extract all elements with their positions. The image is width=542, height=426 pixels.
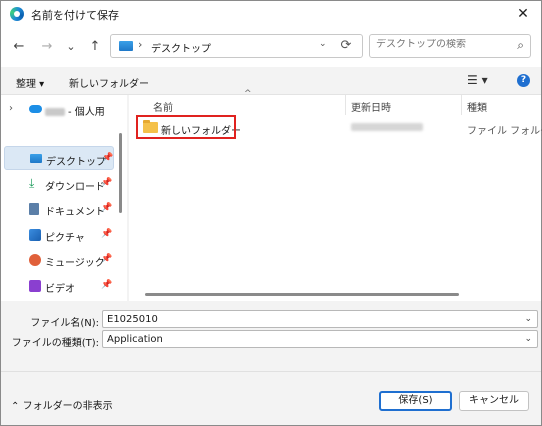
download-icon: ⤓ [29,176,35,190]
column-header-name[interactable]: 名前 [153,99,173,114]
close-icon[interactable]: ✕ [513,4,533,24]
file-list-scrollbar[interactable] [145,293,459,296]
sort-ascending-icon: ^ [244,89,252,99]
navigation-pane: › - 個人用 デスクトップ 📌 ⤓ ダウンロード 📌 ドキュメント 📌 ピクチ… [1,95,127,301]
pin-icon[interactable]: 📌 [101,178,112,188]
pin-icon[interactable]: 📌 [101,229,112,239]
recent-locations-icon[interactable]: ⌄ [63,39,79,55]
refresh-icon[interactable]: ⟳ [338,38,354,54]
chevron-down-icon[interactable]: ⌄ [524,334,532,344]
video-icon [29,280,41,292]
search-box[interactable]: ⌕ [369,34,531,58]
pin-icon[interactable]: 📌 [102,153,113,163]
sidebar-item-music[interactable]: ミュージック 📌 [1,248,117,272]
filename-value[interactable]: E1025010 [107,314,158,325]
breadcrumb-separator: › [138,38,143,51]
sidebar-item-videos[interactable]: ビデオ 📌 [1,274,117,298]
organize-button[interactable]: 整理 ▾ [16,75,44,90]
sidebar-item-label: ピクチャ [45,233,85,244]
sidebar-item-label: ドキュメント [45,207,105,218]
column-divider[interactable] [345,95,346,115]
chevron-down-icon[interactable]: ⌄ [319,39,327,49]
hide-folders-label: フォルダーの非表示 [22,401,113,412]
search-icon[interactable]: ⌕ [517,38,524,53]
sidebar-item-label: ビデオ [45,284,75,295]
navigation-bar: ← → ⌄ ↑ › デスクトップ ⌄ ⟳ ⌕ [1,27,541,67]
sidebar-item-onedrive[interactable]: › - 個人用 [1,97,117,121]
window-title: 名前を付けて保存 [31,9,119,22]
column-divider[interactable] [461,95,462,115]
sidebar-item-label: - 個人用 [68,107,105,118]
cancel-button[interactable]: キャンセル [459,391,529,411]
view-options-icon[interactable]: ☰ ▾ [467,73,488,87]
chevron-down-icon[interactable]: ⌄ [524,314,532,324]
sidebar-scrollbar[interactable] [119,133,122,213]
search-input[interactable] [376,39,506,50]
help-icon[interactable]: ? [517,74,530,87]
command-bar: 整理 ▾ 新しいフォルダー ☰ ▾ ? [1,67,541,95]
filename-label: ファイル名(N): [30,318,99,329]
divider [1,371,541,372]
back-arrow-icon[interactable]: ← [11,39,27,55]
sidebar-item-label: デスクトップ [46,157,106,168]
filename-row: ファイル名(N): E1025010 ⌄ [1,310,541,330]
filetype-row: ファイルの種類(T): Application ⌄ [1,330,541,350]
file-date-redacted [351,123,423,131]
title-bar: 名前を付けて保存 ✕ [1,1,541,27]
save-as-dialog: 名前を付けて保存 ✕ ← → ⌄ ↑ › デスクトップ ⌄ ⟳ ⌕ 整理 ▾ 新… [0,0,542,426]
filename-field[interactable]: E1025010 ⌄ [102,310,538,328]
sidebar-item-pictures[interactable]: ピクチャ 📌 [1,223,117,247]
sidebar-item-downloads[interactable]: ⤓ ダウンロード 📌 [1,172,117,196]
document-icon [29,203,39,215]
sidebar-item-label: ミュージック [45,258,105,269]
expand-chevron-icon[interactable]: › [9,103,13,114]
pin-icon[interactable]: 📌 [101,203,112,213]
hide-folders-button[interactable]: ⌃ フォルダーの非表示 [11,397,113,412]
column-header-date[interactable]: 更新日時 [351,99,391,114]
forward-arrow-icon[interactable]: → [39,39,55,55]
filetype-select[interactable]: Application ⌄ [102,330,538,348]
filetype-label: ファイルの種類(T): [11,338,99,349]
address-bar[interactable]: › デスクトップ ⌄ [110,34,363,58]
cloud-icon [29,105,42,113]
filetype-value[interactable]: Application [107,334,163,345]
file-list-pane: 名前 ^ 更新日時 種類 新しいフォルダー ファイル フォルダー [129,89,542,301]
pictures-icon [29,229,41,241]
desktop-icon [30,154,42,163]
music-icon [29,254,41,266]
save-button[interactable]: 保存(S) [379,391,452,411]
desktop-icon [119,41,133,51]
pin-icon[interactable]: 📌 [101,254,112,264]
redacted-name [45,108,65,116]
file-type: ファイル フォルダー [467,126,542,137]
up-arrow-icon[interactable]: ↑ [87,39,103,55]
breadcrumb-desktop[interactable]: デスクトップ [151,40,211,55]
sidebar-item-label: ダウンロード [45,182,105,193]
sidebar-item-desktop[interactable]: デスクトップ 📌 [4,146,114,170]
column-header-type[interactable]: 種類 [467,99,487,114]
highlight-annotation [136,115,236,139]
edge-logo-icon [10,7,24,21]
sidebar-item-documents[interactable]: ドキュメント 📌 [1,197,117,221]
new-folder-button[interactable]: 新しいフォルダー [69,75,149,90]
pin-icon[interactable]: 📌 [101,280,112,290]
chevron-up-icon: ⌃ [11,401,20,412]
